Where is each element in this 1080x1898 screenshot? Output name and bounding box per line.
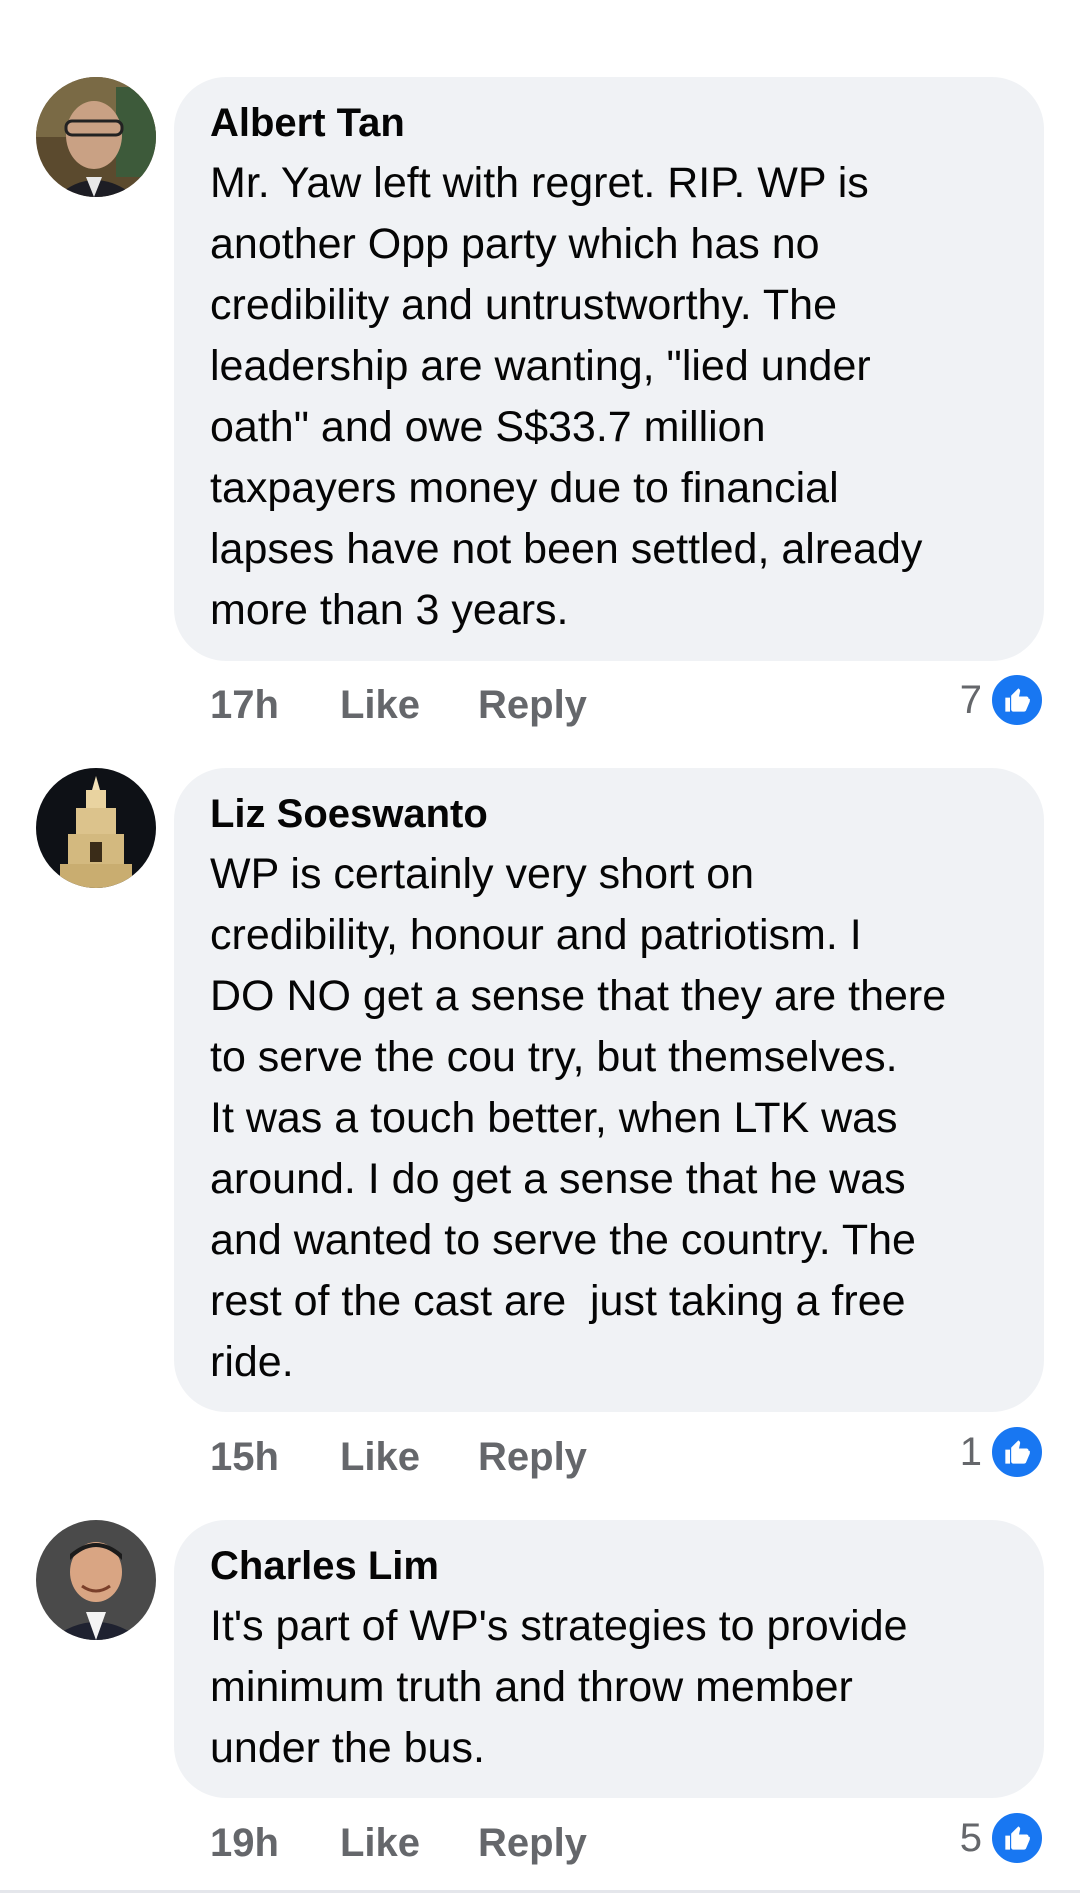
comment-text: WP is certainly very short on credibilit… bbox=[210, 850, 947, 1386]
comment-text: It's part of WP's strategies to provide … bbox=[210, 1602, 908, 1772]
reaction-summary[interactable]: 1 bbox=[960, 1422, 1044, 1482]
comment-actions: 17h Like Reply bbox=[210, 675, 587, 735]
reply-button[interactable]: Reply bbox=[478, 683, 587, 728]
divider bbox=[0, 1890, 1080, 1893]
reaction-count: 5 bbox=[959, 1815, 982, 1860]
profile-photo-icon bbox=[36, 1520, 156, 1640]
comment-timestamp[interactable]: 19h bbox=[210, 1821, 340, 1866]
profile-photo-icon bbox=[36, 768, 156, 888]
reaction-summary[interactable]: 7 bbox=[960, 670, 1044, 730]
reaction-count: 1 bbox=[959, 1429, 982, 1474]
comment-author[interactable]: Albert Tan bbox=[210, 99, 1008, 147]
avatar[interactable] bbox=[36, 768, 156, 888]
like-button[interactable]: Like bbox=[340, 1821, 478, 1866]
comment-bubble: Charles Lim It's part of WP's strategies… bbox=[174, 1520, 1044, 1798]
reply-button[interactable]: Reply bbox=[478, 1821, 587, 1866]
comment-bubble: Liz Soeswanto WP is certainly very short… bbox=[174, 768, 1044, 1412]
avatar[interactable] bbox=[36, 1520, 156, 1640]
like-button[interactable]: Like bbox=[340, 683, 478, 728]
thumbs-up-icon bbox=[990, 673, 1044, 727]
comment-actions: 15h Like Reply bbox=[210, 1427, 587, 1487]
reaction-count: 7 bbox=[959, 677, 982, 722]
comment-timestamp[interactable]: 15h bbox=[210, 1435, 340, 1480]
like-button[interactable]: Like bbox=[340, 1435, 478, 1480]
thumbs-up-icon bbox=[990, 1811, 1044, 1865]
reaction-summary[interactable]: 5 bbox=[960, 1808, 1044, 1868]
thumbs-up-icon bbox=[990, 1425, 1044, 1479]
profile-photo-icon bbox=[36, 77, 156, 197]
comment-author[interactable]: Liz Soeswanto bbox=[210, 790, 1008, 838]
comment-timestamp[interactable]: 17h bbox=[210, 683, 340, 728]
avatar[interactable] bbox=[36, 77, 156, 197]
comment-author[interactable]: Charles Lim bbox=[210, 1542, 1008, 1590]
reply-button[interactable]: Reply bbox=[478, 1435, 587, 1480]
comment-actions: 19h Like Reply bbox=[210, 1813, 587, 1873]
comment-text: Mr. Yaw left with regret. RIP. WP is ano… bbox=[210, 159, 923, 634]
comment-bubble: Albert Tan Mr. Yaw left with regret. RIP… bbox=[174, 77, 1044, 661]
